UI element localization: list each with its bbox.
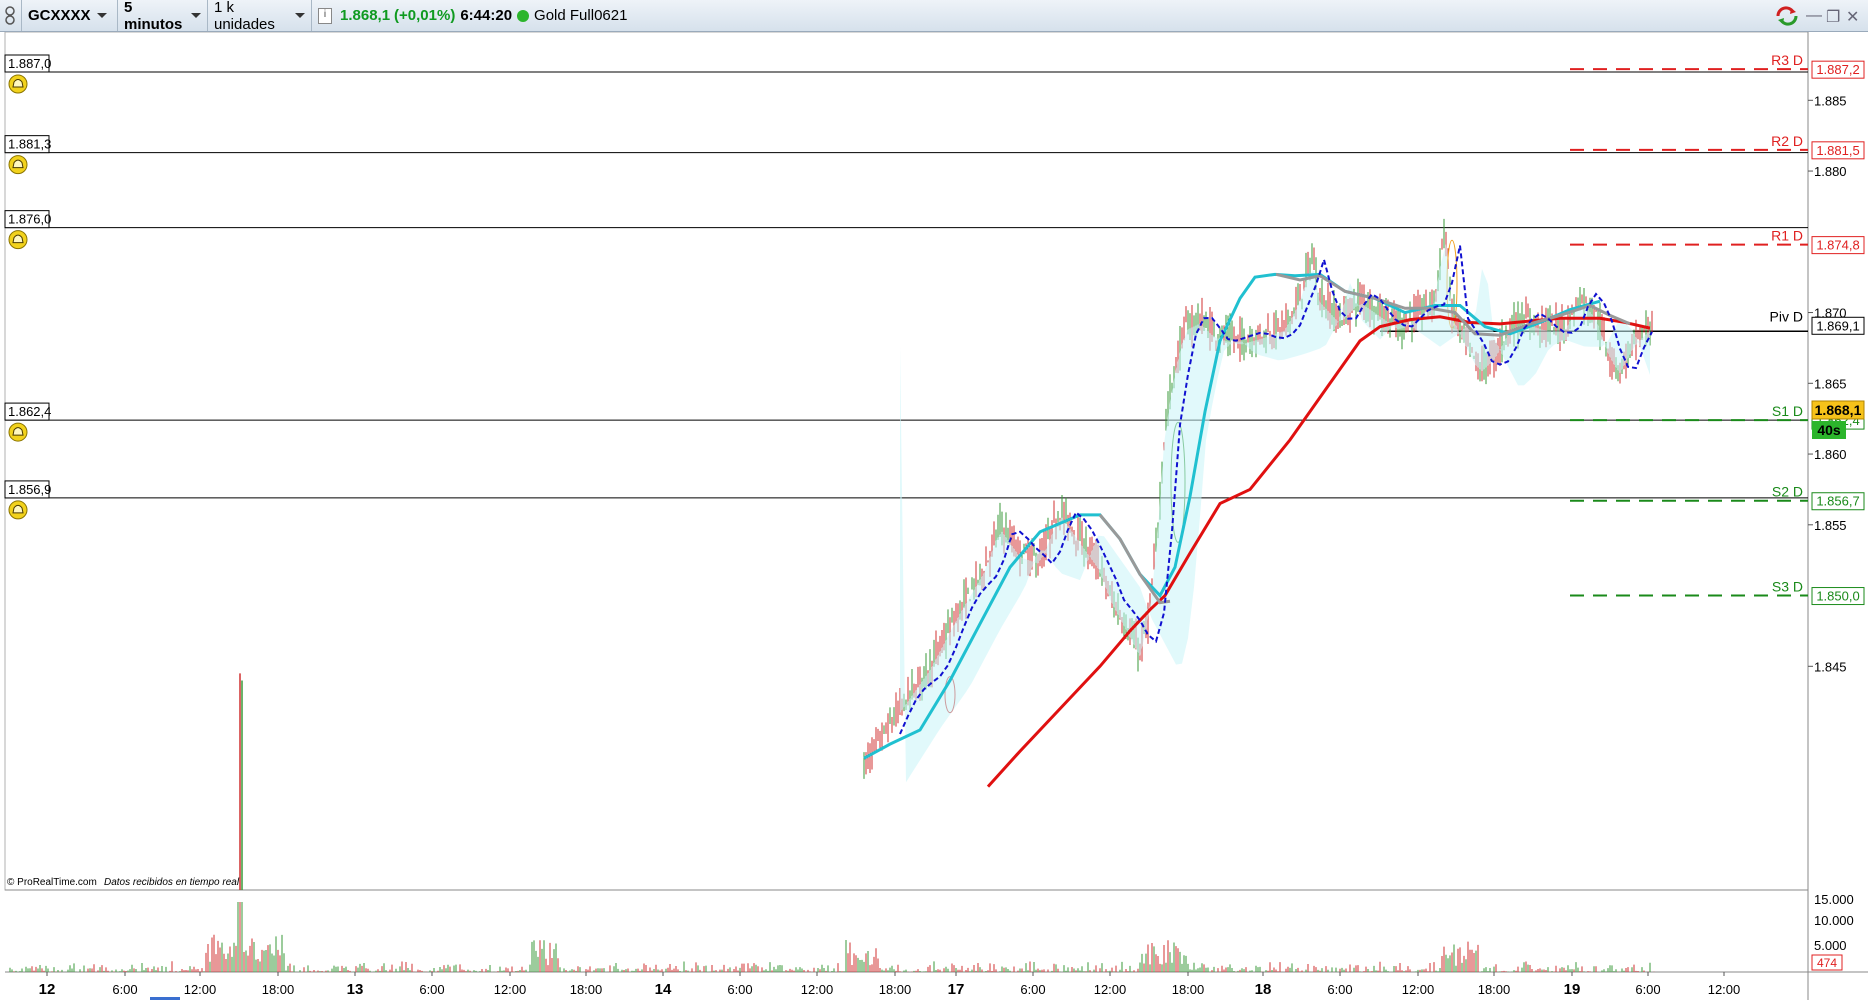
bell-icon[interactable] xyxy=(8,422,28,442)
x-axis-time-label: 18:00 xyxy=(1478,982,1511,997)
pivot-label: R2 D xyxy=(1771,133,1803,149)
y-tick-label: 1.865 xyxy=(1814,376,1847,391)
x-axis-time-label: 6:00 xyxy=(1020,982,1045,997)
x-axis-time-label: 12:00 xyxy=(184,982,217,997)
pivot-label: S1 D xyxy=(1772,403,1803,419)
y-tick-label: 1.845 xyxy=(1814,659,1847,674)
x-axis-time-label: 18:00 xyxy=(570,982,603,997)
price-chart[interactable]: 1.887,0 1.881,3 1.876,0 1.862,4 1.856,9 R3 D… xyxy=(0,32,1868,1000)
x-axis-time-label: 12:00 xyxy=(1094,982,1127,997)
y-tick-label: 1.870 xyxy=(1814,306,1847,321)
x-axis-time-label: 6:00 xyxy=(727,982,752,997)
bell-icon[interactable] xyxy=(8,230,28,250)
alert-label: 1.862,4 xyxy=(8,404,51,419)
pivot-value: 1.881,5 xyxy=(1816,143,1859,158)
x-axis-day-label: 17 xyxy=(948,981,965,998)
restore-icon[interactable]: ❐ xyxy=(1826,7,1840,27)
x-axis-time-label: 18:00 xyxy=(879,982,912,997)
x-axis-time-label: 12:00 xyxy=(1402,982,1435,997)
credit-note: Datos recibidos en tiempo real xyxy=(104,877,240,888)
last-price: 1.868,1 xyxy=(340,7,391,24)
x-axis-day-label: 12 xyxy=(39,981,56,998)
menu-icon[interactable] xyxy=(0,0,22,31)
bell-icon[interactable] xyxy=(8,155,28,175)
pivot-label: S3 D xyxy=(1772,579,1803,595)
alert-label: 1.887,0 xyxy=(8,56,51,71)
bell-icon[interactable] xyxy=(8,74,28,94)
pivot-label: R3 D xyxy=(1771,52,1803,68)
pivot-value: 1.887,2 xyxy=(1816,62,1859,77)
chevron-down-icon xyxy=(295,13,305,18)
x-axis-day-label: 14 xyxy=(655,981,672,998)
info-icon[interactable]: i xyxy=(318,7,332,24)
x-axis-time-label: 18:00 xyxy=(1172,982,1205,997)
units-label: 1 k unidades xyxy=(214,0,275,33)
chevron-down-icon xyxy=(96,13,107,18)
y-tick-label: 1.885 xyxy=(1814,93,1847,108)
pivot-value: 1.874,8 xyxy=(1816,238,1859,253)
pivot-label: R1 D xyxy=(1771,228,1803,244)
alert-label: 1.876,0 xyxy=(8,212,51,227)
quote-time: 6:44:20 xyxy=(460,7,513,24)
close-icon[interactable]: ✕ xyxy=(1846,7,1859,27)
symbol-label: GCXXXX xyxy=(28,7,91,24)
x-axis-time-label: 6:00 xyxy=(1327,982,1352,997)
y-tick-label: 1.860 xyxy=(1814,447,1847,462)
x-axis-time-label: 6:00 xyxy=(419,982,444,997)
x-axis-day-label: 18 xyxy=(1255,981,1272,998)
pivot-label: Piv D xyxy=(1770,308,1803,324)
x-axis-time-label: 12:00 xyxy=(801,982,834,997)
minimize-icon[interactable]: — xyxy=(1806,7,1822,25)
feed-name: Gold Full0621 xyxy=(534,7,628,24)
ma-slow-line xyxy=(986,315,1651,788)
x-axis-day-label: 13 xyxy=(347,981,364,998)
alert-label: 1.856,9 xyxy=(8,482,51,497)
x-axis-time-label: 6:00 xyxy=(1635,982,1660,997)
volume-bars xyxy=(7,902,1655,972)
price-change: (+0,01%) xyxy=(394,7,456,24)
pivot-value: 1.856,7 xyxy=(1816,494,1859,509)
units-selector[interactable]: 1 k unidades xyxy=(208,0,312,33)
volume-last-text: 474 xyxy=(1817,956,1837,970)
pivot-label: S2 D xyxy=(1772,484,1803,500)
timeframe-selector[interactable]: 5 minutos xyxy=(118,0,208,33)
y-tick-label: 1.880 xyxy=(1814,164,1847,179)
x-axis-time-label: 6:00 xyxy=(112,982,137,997)
pivot-value: 1.850,0 xyxy=(1816,589,1859,604)
quote-info: i 1.868,1 (+0,01%) 6:44:20 Gold Full0621 xyxy=(312,0,642,31)
volume-tick-label: 15.000 xyxy=(1814,892,1854,907)
sync-icon[interactable] xyxy=(1774,5,1800,27)
bell-icon[interactable] xyxy=(8,500,28,520)
x-axis-time-label: 18:00 xyxy=(262,982,295,997)
x-axis-time-label: 12:00 xyxy=(494,982,527,997)
countdown-text: 40s xyxy=(1817,422,1841,438)
chart-toolbar: GCXXXX 5 minutos 1 k unidades i 1.868,1 … xyxy=(0,0,1868,33)
timeframe-label: 5 minutos xyxy=(124,0,183,33)
alert-label: 1.881,3 xyxy=(8,137,51,152)
chevron-down-icon xyxy=(191,13,201,18)
feed-status-icon xyxy=(517,9,530,22)
volume-tick-label: 10.000 xyxy=(1814,913,1854,928)
x-axis-time-label: 12:00 xyxy=(1708,982,1741,997)
symbol-selector[interactable]: GCXXXX xyxy=(22,0,118,31)
y-tick-label: 1.855 xyxy=(1814,518,1847,533)
credit-text: © ProRealTime.com xyxy=(7,877,97,888)
volume-tick-label: 5.000 xyxy=(1814,938,1847,953)
last-price-badge-text: 1.868,1 xyxy=(1815,402,1862,418)
x-axis-day-label: 19 xyxy=(1564,981,1581,998)
